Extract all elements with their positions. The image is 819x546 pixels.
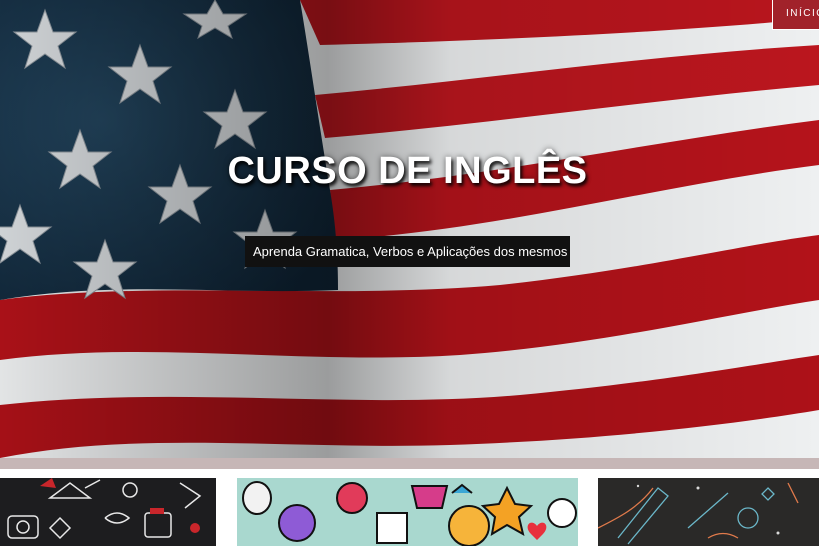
- course-card-christmas[interactable]: [0, 478, 216, 546]
- section-divider: [0, 458, 819, 469]
- hero-banner: CURSO DE INGLÊS Aprenda Gramatica, Verbo…: [0, 0, 819, 458]
- hero-subtitle: Aprenda Gramatica, Verbos e Aplicações d…: [245, 236, 570, 267]
- nav-inicio-link[interactable]: INÍCIO: [772, 0, 819, 30]
- page-title: CURSO DE INGLÊS: [227, 150, 588, 192]
- space-rocket-image: [598, 482, 799, 545]
- course-card-graffiti[interactable]: [237, 478, 578, 546]
- christmas-doodle-image: [7, 478, 202, 540]
- american-flag-image: [0, 0, 819, 458]
- course-card-space[interactable]: [598, 478, 819, 546]
- graffiti-cartoon-image: [237, 478, 578, 546]
